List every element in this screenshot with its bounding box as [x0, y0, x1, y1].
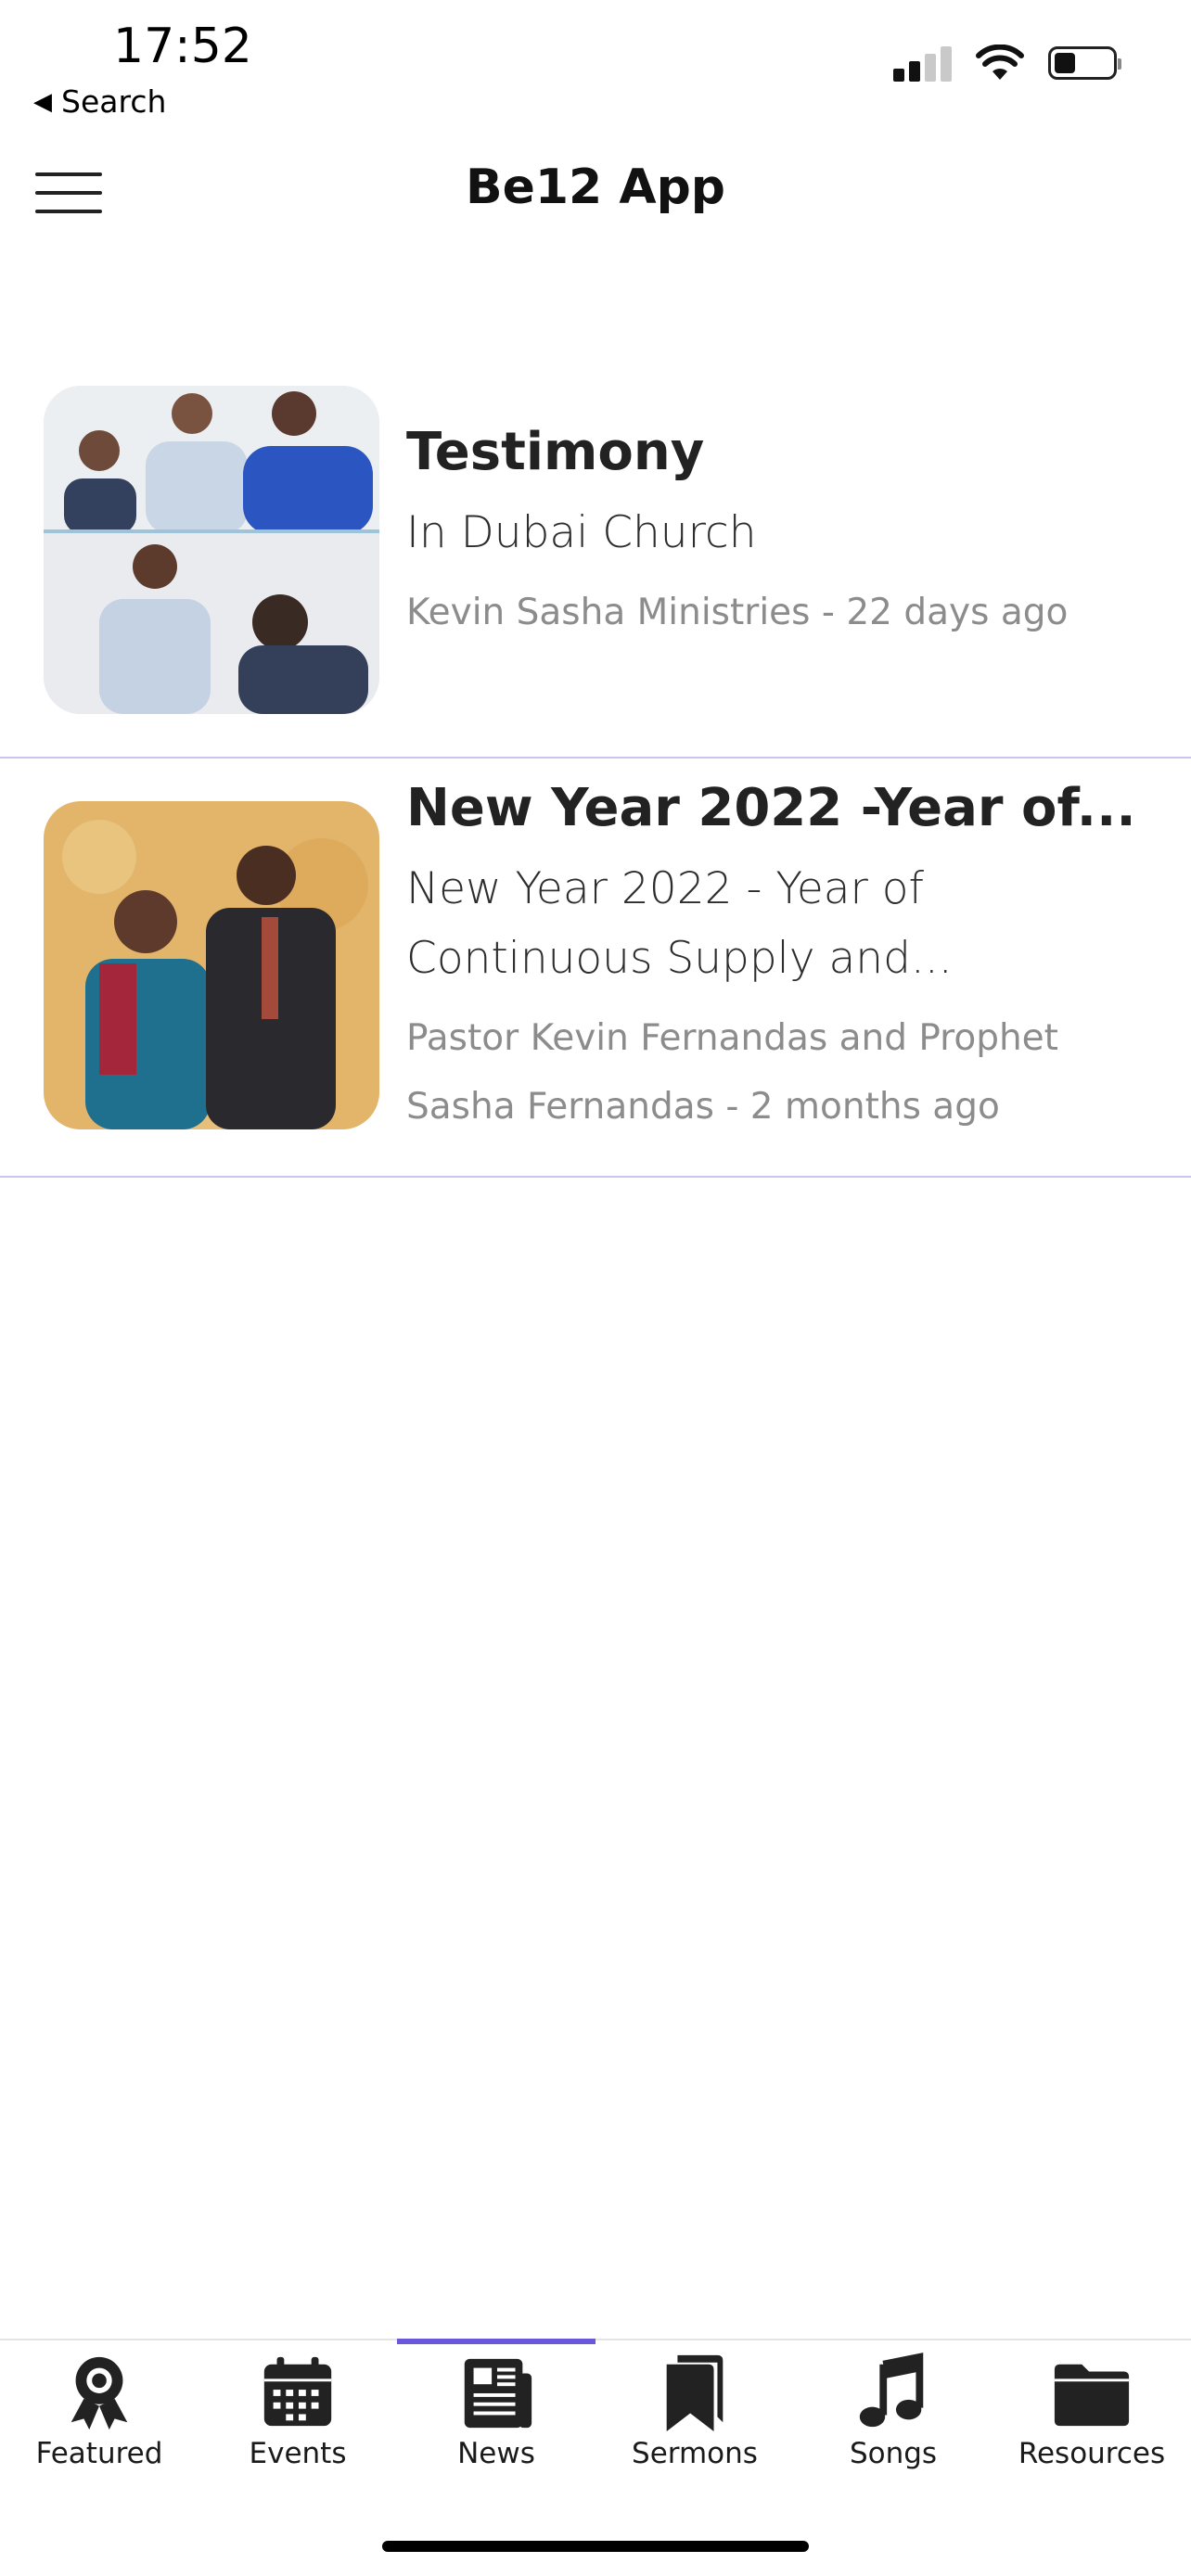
music-note-icon: [859, 2353, 924, 2428]
page-title: Be12 App: [465, 159, 726, 215]
bottom-tab-bar: Featured Events News Sermons Songs Resou…: [0, 2339, 1191, 2470]
tab-label: Events: [249, 2437, 347, 2470]
battery-level-fill: [1055, 53, 1075, 73]
newspaper-icon: [464, 2358, 532, 2429]
tab-songs[interactable]: Songs: [794, 2340, 992, 2470]
news-meta: Pastor Kevin Fernandas and Prophet Sasha…: [406, 1016, 1058, 1128]
back-triangle-icon: ◀: [33, 87, 52, 116]
tab-label: News: [457, 2437, 535, 2470]
news-list: Testimony In Dubai Church Kevin Sasha Mi…: [0, 375, 1191, 1178]
wifi-icon: [976, 45, 1024, 80]
news-item[interactable]: New Year 2022 -Year of... New Year 2022 …: [0, 759, 1191, 1178]
tab-label: Featured: [35, 2437, 163, 2470]
tab-featured[interactable]: Featured: [0, 2340, 198, 2470]
battery-icon: [1048, 46, 1121, 80]
news-thumbnail: [44, 386, 379, 714]
calendar-icon: [263, 2356, 332, 2427]
news-title: New Year 2022 -Year of...: [406, 778, 1136, 838]
bookmark-icon: [666, 2354, 724, 2432]
status-time: 17:52: [113, 19, 252, 74]
back-to-search-link[interactable]: ◀ Search: [33, 83, 166, 120]
back-label: Search: [61, 83, 167, 120]
cellular-signal-icon: [893, 45, 952, 82]
news-thumbnail: [44, 801, 379, 1129]
news-item[interactable]: Testimony In Dubai Church Kevin Sasha Mi…: [0, 375, 1191, 759]
tab-label: Sermons: [632, 2437, 758, 2470]
news-meta: Kevin Sasha Ministries - 22 days ago: [406, 591, 1069, 633]
tab-label: Songs: [849, 2437, 938, 2470]
tab-events[interactable]: Events: [198, 2340, 397, 2470]
tab-news[interactable]: News: [397, 2339, 596, 2470]
folder-icon: [1054, 2364, 1130, 2427]
news-title: Testimony: [406, 422, 705, 482]
news-summary: New Year 2022 - Year of Continuous Suppl…: [406, 862, 953, 984]
tab-resources[interactable]: Resources: [992, 2340, 1191, 2470]
award-icon: [70, 2356, 128, 2430]
status-icons: [893, 45, 1121, 82]
tab-sermons[interactable]: Sermons: [596, 2340, 794, 2470]
home-indicator: [382, 2541, 809, 2552]
news-summary: In Dubai Church: [406, 506, 757, 558]
tab-label: Resources: [1018, 2437, 1166, 2470]
